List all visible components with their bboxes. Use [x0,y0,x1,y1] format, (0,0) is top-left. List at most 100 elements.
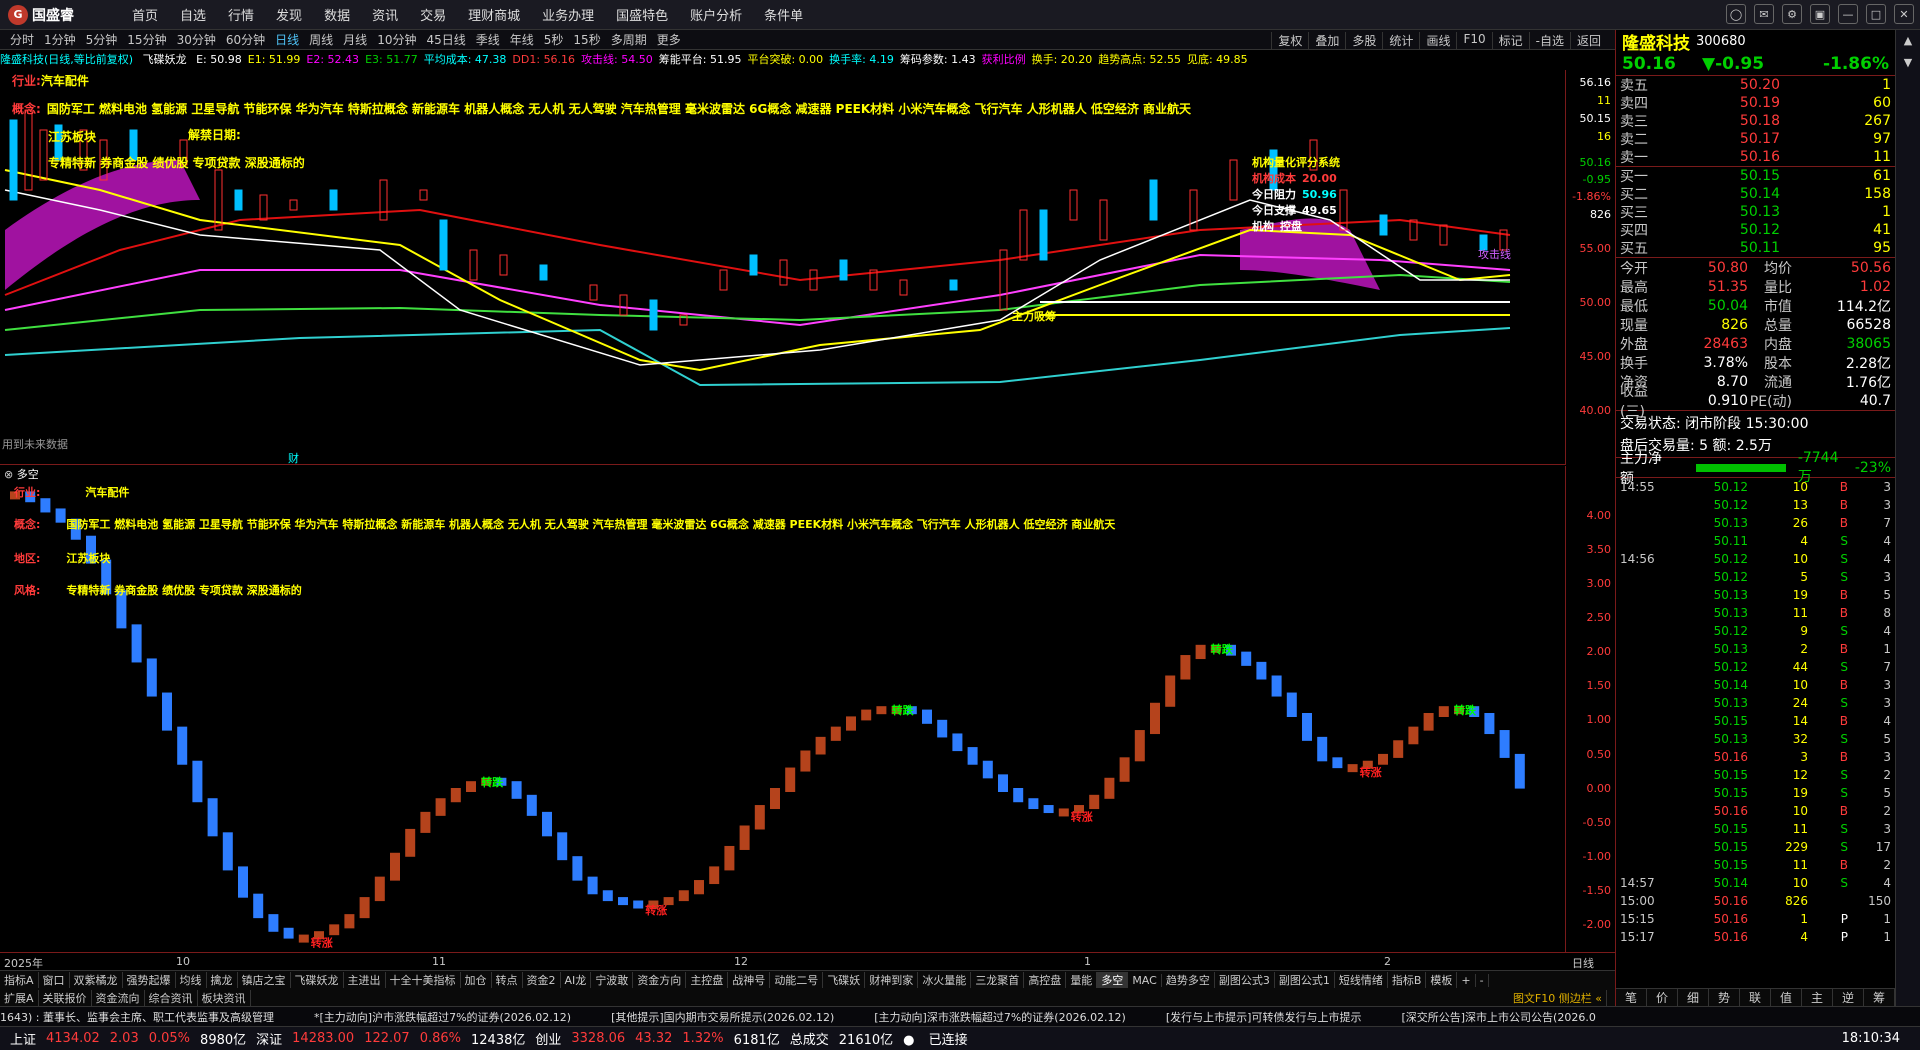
candle[interactable] [39,129,48,181]
indicator-tab[interactable]: 强势起爆 [123,972,176,988]
menu-item[interactable]: 发现 [276,5,302,24]
candle[interactable] [439,219,448,271]
quote-tab[interactable]: 值 [1771,989,1802,1006]
indicator-tab[interactable]: 窗口 [39,972,70,988]
indicator-tab[interactable]: 镇店之宝 [238,972,291,988]
indicator-tab[interactable]: 宁波敢 [591,972,634,988]
candle[interactable] [24,109,33,191]
menu-item[interactable]: 理财商城 [468,5,520,24]
extension-tab[interactable]: 综合资讯 [145,989,198,1006]
indicator-tab[interactable]: 转点 [492,972,523,988]
menu-item[interactable]: 自选 [180,5,206,24]
candle[interactable] [899,279,908,296]
indicator-tab[interactable]: 财神到家 [865,972,919,988]
indicator-tab[interactable]: 双紫橘龙 [70,972,123,988]
quote-tab[interactable]: 逆 [1833,989,1864,1006]
menu-item[interactable]: 行情 [228,5,254,24]
candle[interactable] [289,199,298,211]
indicator-tab[interactable]: 副图公式3 [1215,972,1275,988]
timeframe-tab[interactable]: 季线 [476,31,500,48]
indicator-tab[interactable]: 主控盘 [686,972,729,988]
quote-tab[interactable]: 价 [1647,989,1678,1006]
indicator-tab[interactable]: 高控盘 [1024,972,1067,988]
indicator-tab[interactable]: 指标B [1388,972,1427,988]
candle[interactable] [749,254,758,276]
ask-row[interactable]: 卖一 50.16 11 [1616,148,1895,166]
skin-icon[interactable]: ▣ [1810,4,1830,24]
bid-row[interactable]: 买四 50.12 41 [1616,221,1895,239]
indicator-tab[interactable]: - [1476,973,1489,987]
ask-row[interactable]: 卖四 50.19 60 [1616,94,1895,112]
timeframe-tab[interactable]: 年线 [510,31,534,48]
ask-row[interactable]: 卖二 50.17 97 [1616,130,1895,148]
candle[interactable] [1099,199,1108,241]
indicator-tab[interactable]: 模板 [1426,972,1458,988]
candle[interactable] [379,179,388,221]
menu-item[interactable]: 账户分析 [690,5,742,24]
chart-tool-button[interactable]: 画线 [1419,32,1456,49]
menu-item[interactable]: 数据 [324,5,350,24]
candle[interactable] [419,189,428,201]
timeframe-tab[interactable]: 周线 [309,31,333,48]
minimize-icon[interactable]: — [1838,4,1858,24]
candle[interactable] [619,294,628,316]
news-item[interactable]: [其他提示]国内期市交易所提示(2026.02.12) [611,1009,834,1025]
candle[interactable] [809,269,818,291]
message-icon[interactable]: ◯ [1726,4,1746,24]
indicator-tab[interactable]: 短线情绪 [1335,972,1388,988]
maximize-icon[interactable]: □ [1866,4,1886,24]
indicator-tab[interactable]: 十全十美指标 [386,972,461,988]
candle[interactable] [259,194,268,221]
settings-icon[interactable]: ⚙ [1782,4,1802,24]
candle[interactable] [1039,209,1048,261]
candle[interactable] [1339,189,1348,231]
chart-tool-button[interactable]: 多股 [1345,32,1382,49]
indicator-tab[interactable]: AI龙 [561,972,592,988]
news-item[interactable]: *[主力动向]沪市涨跌幅超过7%的证券(2026.02.12) [314,1009,571,1025]
indicator-tab[interactable]: 动能二号 [770,972,824,988]
timeframe-tab[interactable]: 15秒 [573,31,600,48]
bid-row[interactable]: 买五 50.11 95 [1616,239,1895,257]
candle[interactable] [1439,224,1448,246]
timeframe-tab[interactable]: 30分钟 [177,31,216,48]
bid-row[interactable]: 买三 50.13 1 [1616,203,1895,221]
indicator-tab[interactable]: 加仓 [461,972,492,988]
menu-item[interactable]: 资讯 [372,5,398,24]
timeframe-tab[interactable]: 5秒 [544,31,564,48]
indicator-name[interactable]: 飞碟妖龙 [143,53,187,66]
timeframe-tab[interactable]: 日线 [275,31,299,48]
timeframe-tab[interactable]: 10分钟 [377,31,416,48]
indicator-tab[interactable]: 多空 [1097,972,1129,988]
candle[interactable] [1019,209,1028,261]
candle[interactable] [1069,189,1078,221]
candle[interactable] [949,279,958,291]
menu-item[interactable]: 首页 [132,5,158,24]
quote-tab[interactable]: 联 [1740,989,1771,1006]
timeframe-tab[interactable]: 1分钟 [44,31,76,48]
indicator-tab[interactable]: 量能 [1066,972,1098,988]
indicator-tab[interactable]: 资金方向 [633,972,687,988]
news-item[interactable]: 1643) : 董事长、监事会主席、职工代表监事及高级管理 [0,1009,274,1025]
scroll-up-icon[interactable]: ▲ [1896,30,1920,52]
chart-tool-button[interactable]: 统计 [1382,32,1419,49]
quote-tab[interactable]: 筹 [1864,989,1895,1006]
indicator-tab[interactable]: MAC [1128,973,1162,987]
news-item[interactable]: [深交所公告]深市上市公司公告(2026.0 [1401,1009,1595,1025]
timeframe-tab[interactable]: 分时 [10,31,34,48]
indicator-tab[interactable]: 飞碟妖龙 [291,972,344,988]
timeframe-tab[interactable]: 5分钟 [86,31,118,48]
chart-tool-button[interactable]: 叠加 [1308,32,1345,49]
quote-tab[interactable]: 主 [1802,989,1833,1006]
indicator-tab[interactable]: 趋势多空 [1162,972,1215,988]
indicator-tab[interactable]: 三龙聚首 [971,972,1025,988]
news-item[interactable]: [发行与上市提示]可转债发行与上市提示 [1166,1009,1362,1025]
timeframe-tab[interactable]: 多周期 [611,31,647,48]
candle[interactable] [329,189,338,211]
quote-tab[interactable]: 势 [1709,989,1740,1006]
candle[interactable] [1379,214,1388,236]
menu-item[interactable]: 业务办理 [542,5,594,24]
bid-row[interactable]: 买二 50.14 158 [1616,185,1895,203]
candle[interactable] [469,249,478,281]
f10-sidebar-toggle[interactable]: 图文F10 侧边栏 « [1509,989,1607,1006]
indicator-tab[interactable]: 战神号 [728,972,771,988]
